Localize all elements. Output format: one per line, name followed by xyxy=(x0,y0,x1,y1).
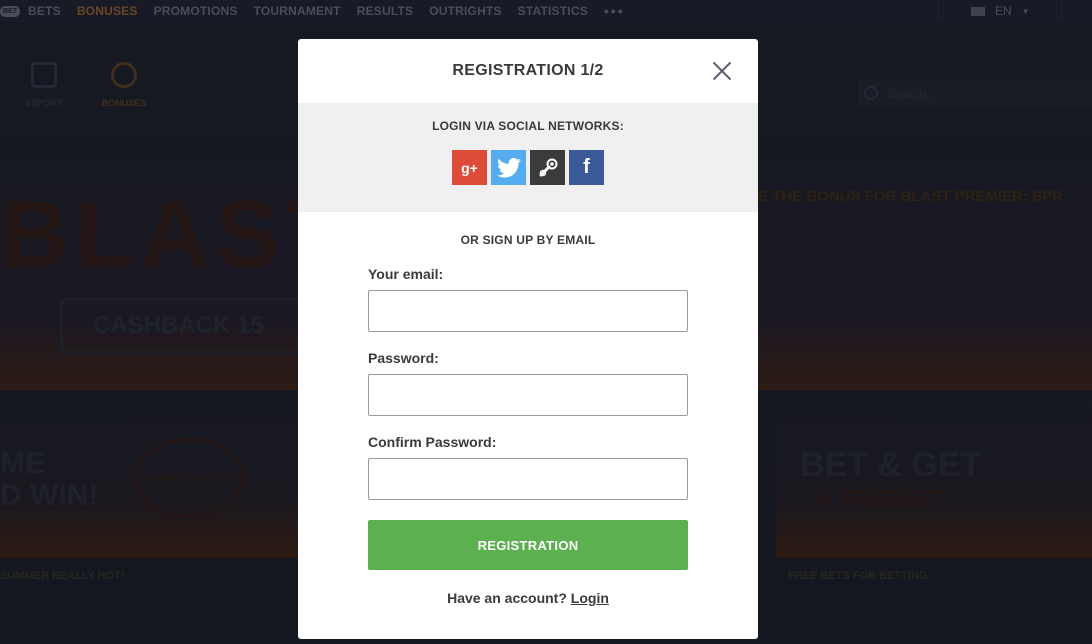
email-label: Your email: xyxy=(368,266,444,282)
twitter-icon[interactable] xyxy=(491,150,526,185)
confirm-password-field[interactable] xyxy=(368,458,688,500)
have-account-text: Have an account? xyxy=(447,590,567,606)
facebook-icon[interactable]: f xyxy=(569,150,604,185)
close-icon[interactable] xyxy=(710,59,734,83)
confirm-password-label: Confirm Password: xyxy=(368,434,497,450)
social-icons: g+ f xyxy=(298,150,758,185)
registration-modal: REGISTRATION 1/2 LOGIN VIA SOCIAL NETWOR… xyxy=(298,39,758,639)
have-account-line: Have an account? Login xyxy=(368,590,688,606)
login-link[interactable]: Login xyxy=(571,590,609,606)
modal-title: REGISTRATION 1/2 xyxy=(452,62,604,79)
modal-header: REGISTRATION 1/2 xyxy=(298,39,758,103)
social-login-section: LOGIN VIA SOCIAL NETWORKS: g+ f xyxy=(298,103,758,212)
social-label: LOGIN VIA SOCIAL NETWORKS: xyxy=(432,119,624,133)
password-field[interactable] xyxy=(368,374,688,416)
email-field[interactable] xyxy=(368,290,688,332)
google-plus-icon[interactable]: g+ xyxy=(452,150,487,185)
registration-button[interactable]: REGISTRATION xyxy=(368,520,688,570)
or-signup-label: OR SIGN UP BY EMAIL xyxy=(460,233,596,247)
password-label: Password: xyxy=(368,350,439,366)
email-signup-section: OR SIGN UP BY EMAIL Your email: Password… xyxy=(298,233,758,606)
steam-icon[interactable] xyxy=(530,150,565,185)
